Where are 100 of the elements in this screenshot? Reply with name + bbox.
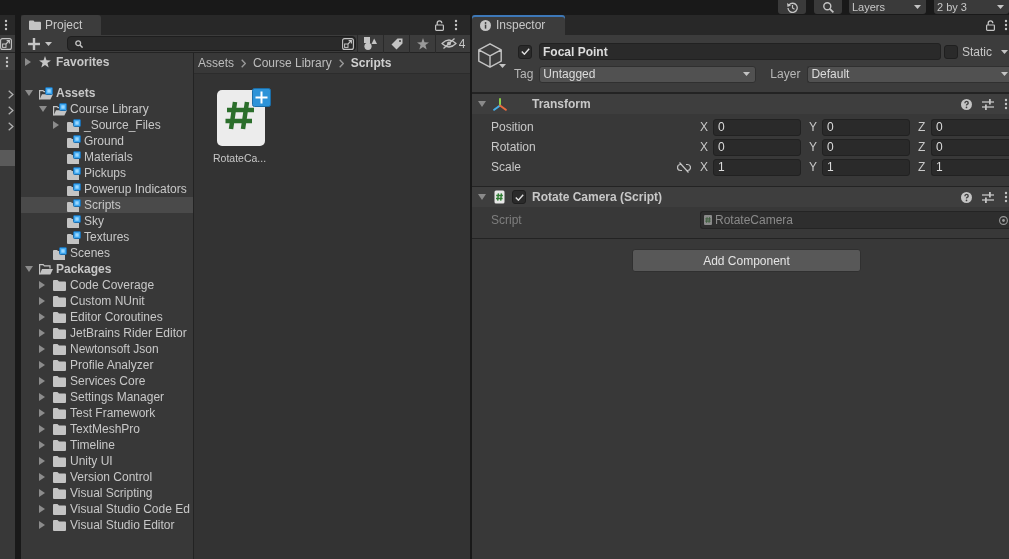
- layout-dropdown[interactable]: 2 by 3: [934, 0, 1009, 14]
- caret-down-icon[interactable]: [39, 106, 47, 112]
- kebab-menu-icon[interactable]: [1004, 98, 1008, 110]
- caret-right-icon[interactable]: [25, 58, 31, 66]
- caret-right-icon[interactable]: [39, 505, 45, 513]
- tree-item[interactable]: Ground: [21, 133, 193, 149]
- caret-right-icon[interactable]: [39, 521, 45, 529]
- kebab-menu-icon[interactable]: [454, 19, 458, 31]
- caret-down-icon[interactable]: [478, 194, 486, 200]
- caret-right-icon[interactable]: [39, 361, 45, 369]
- tree-item[interactable]: _Source_Files: [21, 117, 193, 133]
- chevron-right-icon[interactable]: [8, 121, 14, 131]
- tree-item[interactable]: Favorites: [21, 54, 193, 70]
- caret-right-icon[interactable]: [39, 441, 45, 449]
- kebab-menu-icon[interactable]: [1004, 191, 1008, 203]
- tree-item[interactable]: Sky: [21, 213, 193, 229]
- caret-down-icon[interactable]: [478, 101, 486, 107]
- tree-item[interactable]: Timeline: [21, 437, 193, 453]
- caret-icon[interactable]: [499, 64, 506, 68]
- tree-item[interactable]: Custom NUnit: [21, 293, 193, 309]
- tree-item[interactable]: Version Control: [21, 469, 193, 485]
- caret-right-icon[interactable]: [39, 489, 45, 497]
- tree-item[interactable]: Test Framework: [21, 405, 193, 421]
- chevron-right-icon[interactable]: [8, 105, 14, 115]
- breadcrumb-link[interactable]: Scripts: [350, 56, 392, 70]
- caret-right-icon[interactable]: [39, 457, 45, 465]
- tree-item[interactable]: TextMeshPro: [21, 421, 193, 437]
- caret-right-icon[interactable]: [39, 345, 45, 353]
- tree-item[interactable]: Profile Analyzer: [21, 357, 193, 373]
- tree-item[interactable]: Visual Studio Code Ed: [21, 501, 193, 517]
- number-field[interactable]: 0: [713, 119, 801, 136]
- breadcrumb-link[interactable]: Course Library: [253, 56, 332, 70]
- caret-right-icon[interactable]: [39, 409, 45, 417]
- component-header[interactable]: Rotate Camera (Script): [472, 186, 1009, 207]
- caret-right-icon[interactable]: [39, 425, 45, 433]
- tree-item[interactable]: Visual Studio Editor: [21, 517, 193, 533]
- lock-icon[interactable]: [986, 19, 995, 31]
- tree-item[interactable]: Newtonsoft Json: [21, 341, 193, 357]
- kebab-menu-icon[interactable]: [4, 19, 8, 31]
- tree-item[interactable]: Unity UI: [21, 453, 193, 469]
- inspector-tab[interactable]: Inspector: [472, 15, 565, 35]
- tree-item[interactable]: Editor Coroutines: [21, 309, 193, 325]
- number-field[interactable]: 1: [713, 159, 801, 176]
- layer-dropdown[interactable]: Default: [807, 65, 1009, 83]
- caret-down-icon[interactable]: [25, 266, 33, 272]
- number-field[interactable]: 0: [822, 119, 910, 136]
- tree-item[interactable]: JetBrains Rider Editor: [21, 325, 193, 341]
- project-tab[interactable]: Project: [21, 15, 101, 35]
- chevron-right-icon[interactable]: [8, 89, 14, 99]
- active-checkbox[interactable]: [518, 44, 532, 59]
- number-field[interactable]: 0: [822, 139, 910, 156]
- number-field[interactable]: 0: [713, 139, 801, 156]
- layers-dropdown[interactable]: Layers: [849, 0, 926, 14]
- tree-item[interactable]: Materials: [21, 149, 193, 165]
- tree-item[interactable]: Scripts: [21, 197, 193, 213]
- tree-item[interactable]: Pickups: [21, 165, 193, 181]
- tree-item[interactable]: Assets: [21, 85, 193, 101]
- tree-item[interactable]: Packages: [21, 261, 193, 277]
- number-field[interactable]: 0: [931, 119, 1009, 136]
- broken-link-icon[interactable]: [677, 162, 691, 173]
- history-button[interactable]: [778, 0, 806, 14]
- caret-right-icon[interactable]: [39, 473, 45, 481]
- enabled-checkbox[interactable]: [512, 190, 526, 204]
- caret-right-icon[interactable]: [39, 377, 45, 385]
- tree-item[interactable]: Textures: [21, 229, 193, 245]
- caret-right-icon[interactable]: [39, 393, 45, 401]
- number-field[interactable]: 1: [822, 159, 910, 176]
- add-component-button[interactable]: Add Component: [632, 249, 861, 272]
- tree-item[interactable]: Settings Manager: [21, 389, 193, 405]
- tree-item[interactable]: Services Core: [21, 373, 193, 389]
- caret-right-icon[interactable]: [39, 281, 45, 289]
- kebab-menu-icon[interactable]: [1004, 19, 1008, 31]
- caret-right-icon[interactable]: [39, 313, 45, 321]
- caret-right-icon[interactable]: [53, 121, 59, 129]
- search-button[interactable]: [814, 0, 842, 14]
- name-field[interactable]: Focal Point: [539, 43, 941, 60]
- component-header[interactable]: Transform: [472, 93, 1009, 114]
- create-button[interactable]: [26, 35, 54, 52]
- static-checkbox[interactable]: [944, 44, 958, 59]
- number-field[interactable]: 1: [931, 159, 1009, 176]
- tag-dropdown[interactable]: Untagged: [539, 65, 757, 83]
- caret-down-icon[interactable]: [25, 90, 33, 96]
- sliders-icon[interactable]: [982, 191, 994, 203]
- caret-right-icon[interactable]: [39, 297, 45, 305]
- breadcrumb-link[interactable]: Assets: [198, 56, 234, 70]
- help-icon[interactable]: [961, 98, 972, 110]
- number-field[interactable]: 0: [931, 139, 1009, 156]
- hidden-packages-button[interactable]: 4: [435, 34, 470, 53]
- caret-icon[interactable]: [1001, 49, 1008, 54]
- tree-item[interactable]: Code Coverage: [21, 277, 193, 293]
- help-icon[interactable]: [961, 191, 972, 203]
- search-field[interactable]: [67, 36, 356, 51]
- tree-item[interactable]: Powerup Indicators: [21, 181, 193, 197]
- caret-right-icon[interactable]: [39, 329, 45, 337]
- tree-item[interactable]: Scenes: [21, 245, 193, 261]
- tree-item[interactable]: Visual Scripting: [21, 485, 193, 501]
- tree-item[interactable]: Course Library: [21, 101, 193, 117]
- kebab-menu-icon[interactable]: [5, 55, 9, 68]
- lock-icon[interactable]: [435, 19, 444, 31]
- sliders-icon[interactable]: [982, 98, 994, 110]
